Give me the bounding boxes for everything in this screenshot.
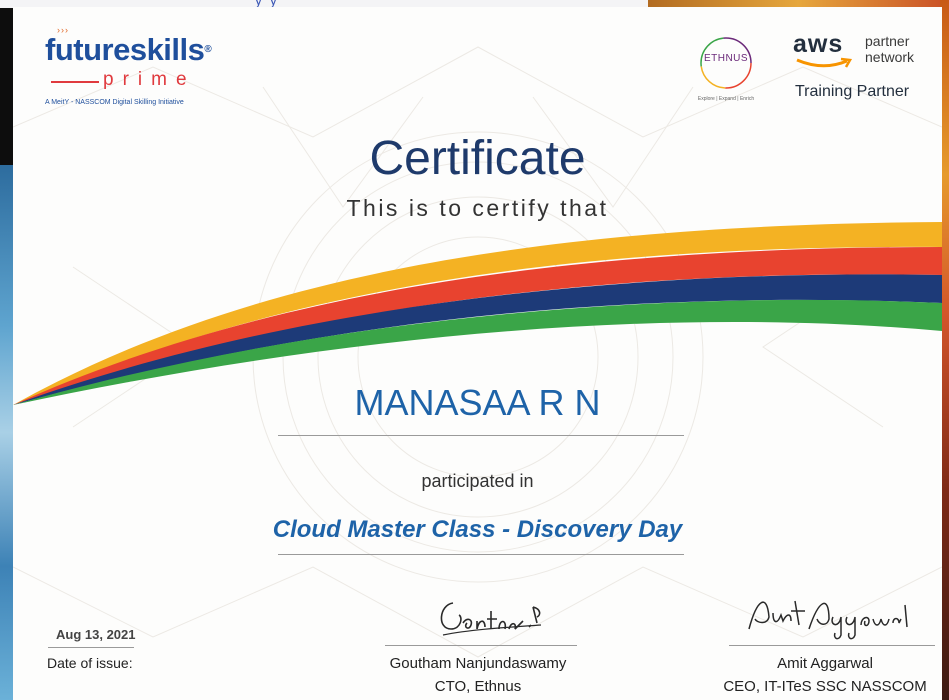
- futureskills-prime-logo: ››› futureskills® prime A MeitY - NASSCO…: [45, 25, 212, 106]
- background-window-left: [0, 165, 14, 700]
- signature-goutham: [440, 602, 542, 636]
- certificate: ››› futureskills® prime A MeitY - NASSCO…: [13, 7, 942, 700]
- certificate-title: Certificate: [369, 132, 586, 185]
- logo-word-future: future: [45, 32, 130, 67]
- signature-line-2: [729, 645, 935, 646]
- ethnus-name: ETHNUS: [703, 53, 749, 64]
- course-name: Cloud Master Class - Discovery Day: [272, 516, 683, 543]
- issue-date-line: [48, 647, 134, 648]
- signatory-name-1: Goutham Nanjundaswamy: [389, 655, 567, 672]
- certificate-subtitle: This is to certify that: [346, 195, 609, 221]
- logo-word-prime: prime: [103, 69, 196, 90]
- ethnus-tagline: Explore | Expand | Enrich: [697, 96, 755, 102]
- logo-prime-line: [51, 81, 99, 83]
- signatory-role-1: CTO, Ethnus: [434, 678, 522, 695]
- aws-partner-logo: aws partner network Training Partner: [793, 30, 914, 100]
- logo-word-skills: skills: [129, 32, 205, 67]
- logo-registered-mark: ®: [204, 44, 212, 55]
- ethnus-logo: ETHNUS Explore | Expand | Enrich: [696, 33, 756, 102]
- aws-training-partner: Training Partner: [795, 83, 910, 100]
- signatory-role-2: CEO, IT-ITeS SSC NASSCOM: [723, 678, 927, 695]
- course-underline: [278, 554, 684, 555]
- signature-amit: [748, 600, 908, 640]
- signatory-name-2: Amit Aggarwal: [777, 655, 873, 672]
- aws-smile-icon: [796, 57, 853, 68]
- signature-line-1: [385, 645, 577, 646]
- background-text-fragment: y y: [255, 0, 279, 8]
- aws-partner-network: partner network: [865, 33, 915, 65]
- logo-tagline: A MeitY - NASSCOM Digital Skilling Initi…: [45, 99, 184, 106]
- issue-date: Aug 13, 2021: [56, 627, 136, 642]
- logo-dots: ›››: [57, 25, 69, 35]
- participated-text: participated in: [421, 471, 534, 491]
- aws-wordmark: aws: [793, 30, 844, 58]
- recipient-name: MANASAA R N: [354, 382, 601, 423]
- name-underline: [278, 435, 684, 436]
- issue-date-label: Date of issue:: [47, 655, 133, 671]
